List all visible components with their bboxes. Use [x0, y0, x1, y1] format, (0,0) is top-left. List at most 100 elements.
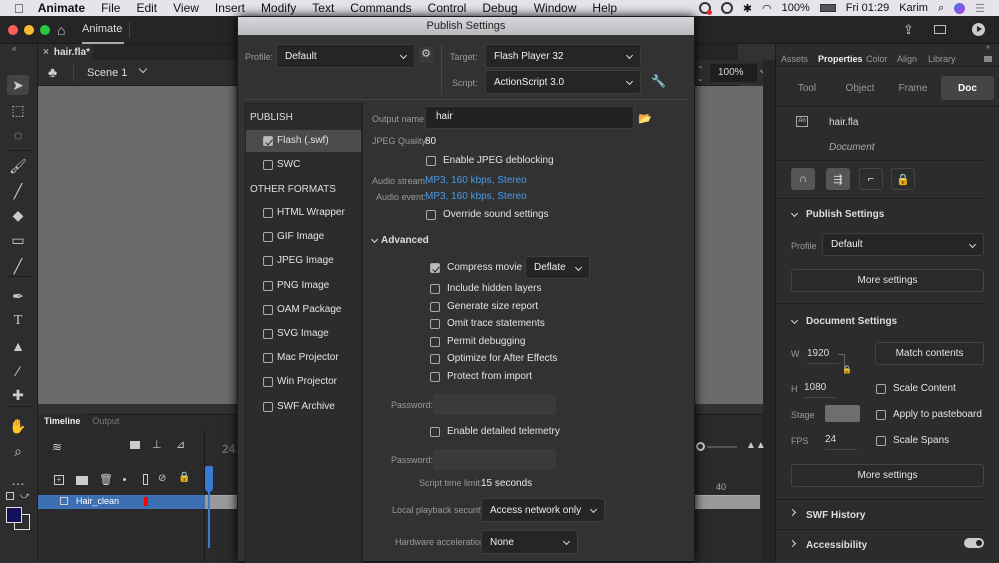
- menu-help[interactable]: Help: [584, 1, 625, 15]
- bluetooth-icon[interactable]: ✱: [743, 2, 752, 15]
- stage-scrollbar[interactable]: [763, 60, 775, 562]
- menu-commands[interactable]: Commands: [342, 1, 419, 15]
- pen-tool-icon[interactable]: ✒: [7, 286, 29, 306]
- profile-select[interactable]: Default: [276, 44, 415, 68]
- mode-doc[interactable]: Doc: [941, 76, 994, 100]
- home-tab[interactable]: Animate: [82, 16, 124, 44]
- zoom-tool-icon[interactable]: ⌕: [7, 441, 29, 461]
- apple-icon[interactable]: : [0, 1, 30, 16]
- format-flash-swf[interactable]: Flash (.swf): [246, 130, 361, 152]
- format-checkbox[interactable]: [263, 304, 273, 315]
- document-settings-heading[interactable]: Document Settings: [806, 316, 897, 327]
- brush-tool-icon[interactable]: ╱: [7, 181, 29, 201]
- document-tab[interactable]: × hair.fla*: [38, 44, 93, 60]
- menu-edit[interactable]: Edit: [128, 1, 165, 15]
- menu-view[interactable]: View: [165, 1, 207, 15]
- menu-control[interactable]: Control: [420, 1, 475, 15]
- timeline-zoom-slider-handle[interactable]: [696, 442, 705, 451]
- advanced-option-checkbox[interactable]: [430, 284, 440, 294]
- swc-checkbox[interactable]: [263, 160, 273, 170]
- new-layer-icon[interactable]: +: [54, 475, 64, 485]
- menu-window[interactable]: Window: [526, 1, 585, 15]
- stroke-color-swatch[interactable]: [6, 507, 22, 523]
- format-checkbox[interactable]: [263, 353, 273, 364]
- menu-app[interactable]: Animate: [30, 1, 93, 15]
- menu-text[interactable]: Text: [304, 1, 342, 15]
- lock-icon[interactable]: 🔒: [178, 472, 190, 483]
- format-item[interactable]: JPEG Image: [246, 250, 361, 272]
- menu-modify[interactable]: Modify: [253, 1, 304, 15]
- highlight-layer-icon[interactable]: [123, 478, 126, 481]
- format-item[interactable]: OAM Package: [246, 299, 361, 321]
- advanced-option-checkbox[interactable]: [430, 319, 440, 330]
- height-input[interactable]: 1080: [804, 382, 836, 398]
- telemetry-password-input[interactable]: [433, 449, 556, 470]
- apply-pasteboard-checkbox[interactable]: [876, 410, 886, 420]
- expand-panel-icon[interactable]: »: [986, 44, 990, 51]
- battery-icon[interactable]: [819, 4, 836, 12]
- format-checkbox[interactable]: [263, 232, 273, 243]
- clock[interactable]: Fri 01:29: [846, 2, 889, 14]
- tab-assets[interactable]: Assets: [781, 54, 808, 64]
- mode-object[interactable]: Object: [835, 76, 885, 100]
- visibility-icon[interactable]: ⊘: [158, 473, 166, 484]
- scene-name[interactable]: Scene 1: [87, 67, 127, 79]
- share-icon[interactable]: ⇪: [903, 22, 914, 38]
- chevron-right-icon[interactable]: [788, 508, 797, 517]
- swap-colors-icon[interactable]: ⤻: [20, 490, 30, 501]
- text-tool-icon[interactable]: T: [7, 311, 29, 331]
- browse-folder-icon[interactable]: 📂: [638, 112, 652, 125]
- delete-layer-icon[interactable]: 🗑: [99, 473, 113, 486]
- workspace-layout-icon[interactable]: [934, 25, 946, 34]
- tab-output[interactable]: Output: [86, 414, 125, 430]
- script-select[interactable]: ActionScript 3.0: [485, 70, 641, 94]
- layer-parenting-icon[interactable]: ⊥: [152, 438, 162, 451]
- format-swc[interactable]: SWC: [246, 154, 361, 176]
- scale-spans-checkbox[interactable]: [876, 436, 886, 446]
- audio-stream-link[interactable]: MP3, 160 kbps, Stereo: [425, 175, 527, 186]
- tab-align[interactable]: Align: [897, 54, 917, 64]
- wifi-icon[interactable]: ◠: [762, 2, 772, 15]
- home-icon[interactable]: ⌂: [57, 22, 65, 38]
- menu-insert[interactable]: Insert: [207, 1, 253, 15]
- audio-event-link[interactable]: MP3, 160 kbps, Stereo: [425, 191, 527, 202]
- telemetry-checkbox[interactable]: [430, 427, 440, 437]
- new-folder-icon[interactable]: [76, 476, 88, 485]
- format-item[interactable]: SWF Archive: [246, 396, 361, 418]
- free-transform-tool-icon[interactable]: ⬚: [7, 100, 29, 120]
- swf-history-heading[interactable]: SWF History: [806, 510, 865, 521]
- format-item[interactable]: Win Projector: [246, 371, 361, 393]
- layers-icon[interactable]: ≋: [52, 440, 62, 454]
- format-checkbox[interactable]: [263, 208, 273, 218]
- zoom-input[interactable]: 100%: [710, 64, 757, 82]
- hw-accel-select[interactable]: None: [481, 530, 578, 554]
- torrent-icon[interactable]: [720, 2, 733, 14]
- debug-password-input[interactable]: [433, 394, 556, 415]
- edit-symbols-icon[interactable]: ♣: [48, 64, 57, 80]
- format-checkbox[interactable]: [263, 256, 273, 267]
- flash-swf-checkbox[interactable]: [263, 136, 273, 146]
- minimize-window-button[interactable]: [24, 25, 34, 35]
- advanced-option-checkbox[interactable]: [430, 372, 440, 382]
- accessibility-toggle[interactable]: [964, 538, 984, 548]
- lock-guides-icon[interactable]: 🔒: [891, 168, 915, 190]
- chevron-down-icon[interactable]: [790, 316, 799, 325]
- profile-gear-icon[interactable]: ⚙: [419, 47, 433, 63]
- zoom-frames-icon[interactable]: ▲▲: [746, 440, 766, 451]
- creative-cloud-icon[interactable]: [698, 2, 712, 15]
- format-item[interactable]: SVG Image: [246, 323, 361, 345]
- spotlight-search-icon[interactable]: ⌕: [938, 2, 944, 15]
- paint-brush-tool-icon[interactable]: 🖌: [7, 156, 29, 176]
- stage-color-swatch[interactable]: [825, 405, 860, 422]
- test-movie-icon[interactable]: [972, 23, 985, 36]
- snap-magnet-icon[interactable]: ∩: [791, 168, 815, 190]
- width-input[interactable]: 1920: [807, 348, 839, 364]
- advanced-option-checkbox[interactable]: [430, 336, 440, 347]
- compress-movie-checkbox[interactable]: [430, 263, 440, 273]
- advanced-option-checkbox[interactable]: [430, 301, 440, 312]
- playhead[interactable]: [205, 466, 213, 492]
- script-time-value[interactable]: 15 seconds: [481, 478, 532, 489]
- chevron-right-icon[interactable]: [788, 539, 797, 548]
- close-window-button[interactable]: [8, 25, 18, 35]
- tab-properties[interactable]: Properties: [818, 54, 863, 64]
